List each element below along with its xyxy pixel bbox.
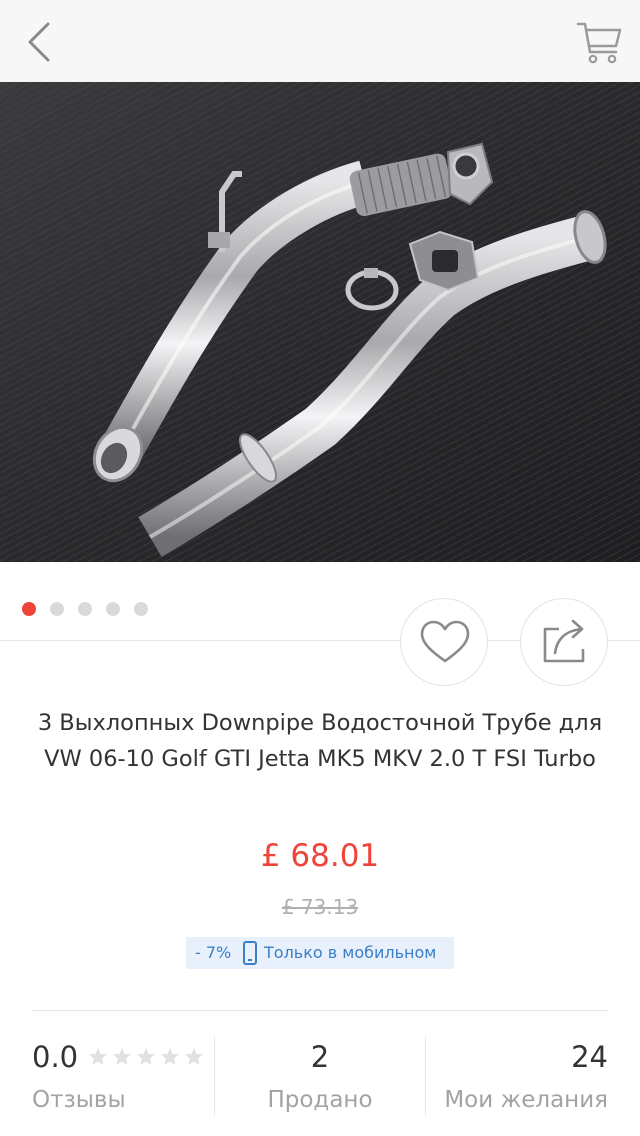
pagination-dot-2[interactable] bbox=[50, 602, 64, 616]
wishes-label: Мои желания bbox=[444, 1087, 608, 1113]
star-icon bbox=[89, 1048, 107, 1065]
sold-value: 2 bbox=[310, 1040, 330, 1074]
heart-icon bbox=[420, 620, 470, 663]
product-title: 3 Выхлопных Downpipe Водосточной Трубе д… bbox=[37, 710, 603, 772]
divider bbox=[32, 1010, 608, 1011]
reviews-label: Отзывы bbox=[32, 1087, 126, 1113]
mobile-only-discount-badge: - 7% Только в мобильном bbox=[186, 937, 454, 969]
star-icon bbox=[161, 1048, 179, 1065]
star-icon bbox=[185, 1048, 203, 1065]
discount-percent: - 7% bbox=[195, 943, 232, 962]
star-icon bbox=[113, 1048, 131, 1065]
wishes-value: 24 bbox=[571, 1040, 608, 1074]
shopping-cart-icon bbox=[576, 22, 622, 64]
star-icon bbox=[137, 1048, 155, 1065]
pagination-dot-4[interactable] bbox=[106, 602, 120, 616]
pagination-dot-5[interactable] bbox=[134, 602, 148, 616]
top-navigation-bar bbox=[0, 0, 640, 82]
wishlist-button[interactable] bbox=[400, 598, 488, 686]
pagination-dot-1[interactable] bbox=[22, 602, 36, 616]
product-image[interactable] bbox=[0, 82, 640, 562]
sold-label: Продано bbox=[267, 1087, 373, 1113]
cart-button[interactable] bbox=[574, 18, 624, 66]
old-price: £ 73.13 bbox=[281, 895, 359, 919]
rating-value: 0.0 bbox=[32, 1040, 79, 1074]
mobile-phone-icon bbox=[243, 941, 257, 965]
share-icon bbox=[543, 619, 585, 663]
share-button[interactable] bbox=[520, 598, 608, 686]
rating-stars bbox=[89, 1048, 203, 1065]
mobile-only-text: Только в мобильном bbox=[264, 943, 437, 962]
pagination-dot-3[interactable] bbox=[78, 602, 92, 616]
current-price: £ 68.01 bbox=[260, 838, 380, 874]
stat-separator bbox=[425, 1036, 426, 1116]
chevron-left-icon bbox=[28, 22, 50, 62]
back-button[interactable] bbox=[22, 20, 62, 64]
